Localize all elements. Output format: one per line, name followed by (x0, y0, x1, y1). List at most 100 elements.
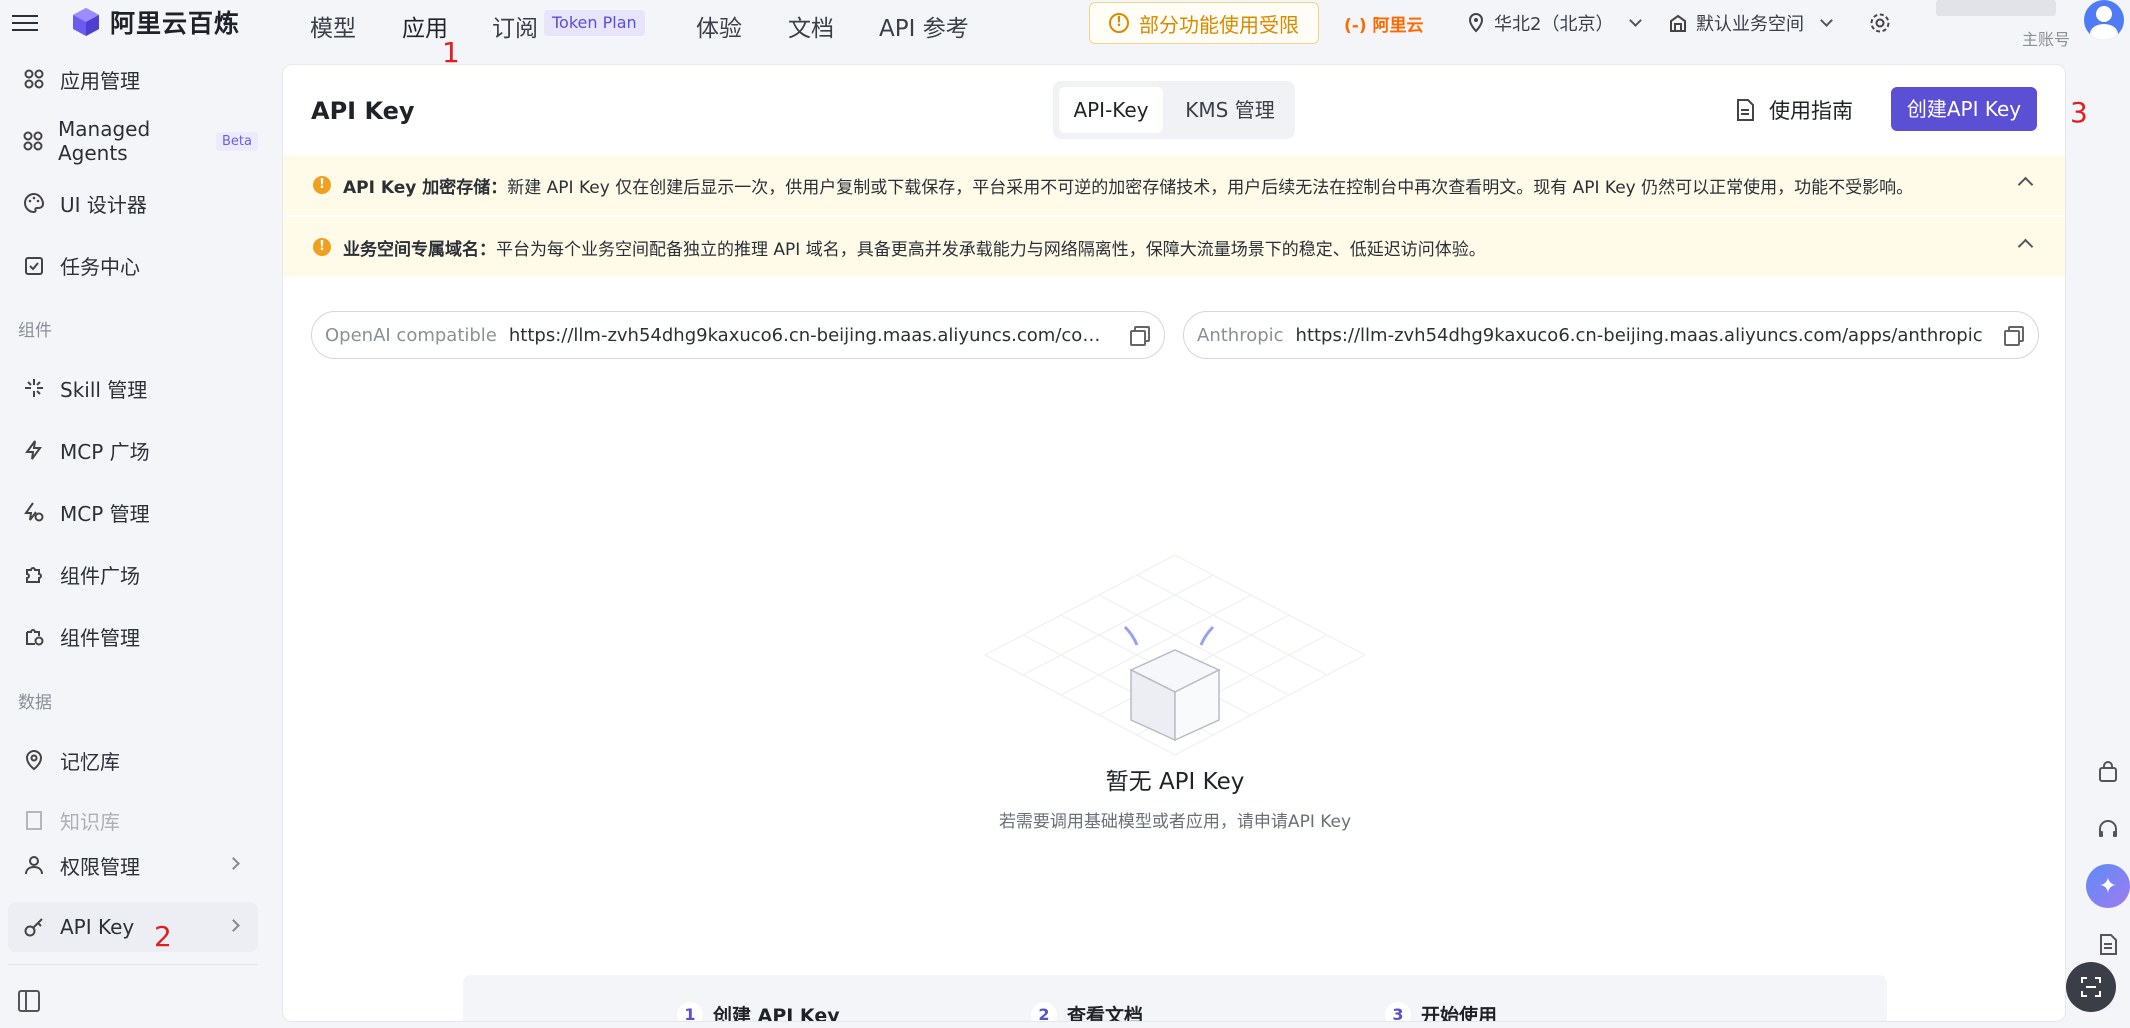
chevron-right-icon (227, 919, 240, 932)
usage-guide-link[interactable]: 使用指南 (1735, 95, 1853, 125)
key-icon (22, 915, 46, 939)
logo[interactable]: 阿里云百炼 (70, 4, 240, 40)
chevron-up-icon[interactable] (2017, 238, 2034, 255)
ai-assistant-icon[interactable]: ✦ (2086, 864, 2130, 908)
sidebar-item-skill-management[interactable]: Skill 管理 (8, 363, 258, 413)
notice-encrypted-storage: ! API Key 加密存储： 新建 API Key 仅在创建后显示一次，供用户… (283, 155, 2065, 215)
settings-gear-icon[interactable] (1868, 11, 1892, 35)
lightning-icon (22, 438, 46, 462)
step-create: 1 创建 API Key (677, 1001, 840, 1022)
sidebar-item-label: MCP 管理 (60, 501, 150, 526)
collapse-sidebar-icon[interactable] (18, 990, 40, 1012)
limited-features-label: 部分功能使用受限 (1139, 12, 1299, 37)
step-label: 开始使用 (1421, 1005, 1498, 1022)
step-label: 查看文档 (1067, 1005, 1144, 1022)
token-plan-badge[interactable]: Token Plan (544, 10, 645, 36)
task-check-icon (22, 253, 46, 277)
step-label: 创建 API Key (713, 1005, 840, 1022)
sidebar-item-label: Managed Agents (58, 117, 151, 165)
account-name-redacted (1936, 0, 2056, 16)
logo-text: 阿里云百炼 (110, 9, 241, 38)
divider (8, 964, 258, 965)
endpoint-label: OpenAI compatible (325, 324, 497, 346)
sidebar-item-api-key[interactable]: API Key (8, 902, 258, 952)
headset-icon[interactable] (2094, 815, 2122, 843)
sidebar-item-label: 组件广场 (60, 563, 140, 588)
document-icon[interactable] (2094, 930, 2122, 958)
endpoint-url: https://llm-zvh54dhg9kaxuco6.cn-beijing.… (1295, 324, 1983, 346)
sidebar-item-knowledge-base[interactable]: 知识库 (8, 806, 258, 834)
notice-dedicated-domain: ! 业务空间专属域名： 平台为每个业务空间配备独立的推理 API 域名，具备更高… (283, 217, 2065, 277)
nav-api-reference[interactable]: API 参考 (879, 9, 969, 43)
notice-text: 平台为每个业务空间配备独立的推理 API 域名，具备更高并发承载能力与网络隔离性… (496, 239, 1486, 260)
tab-kms-management[interactable]: KMS 管理 (1171, 87, 1289, 133)
copy-icon[interactable] (2004, 326, 2024, 346)
step-number: 2 (1031, 1001, 1057, 1021)
annotation-3: 3 (2070, 96, 2088, 129)
sidebar-item-managed-agents[interactable]: Managed Agents Beta (8, 116, 258, 166)
scan-icon[interactable] (2066, 962, 2116, 1012)
annotation-2: 2 (154, 920, 172, 953)
grid-icon (22, 129, 44, 153)
tab-api-key[interactable]: API-Key (1059, 87, 1163, 133)
step-docs: 2 查看文档 (1031, 1001, 1144, 1022)
tab-switcher: API-Key KMS 管理 (1053, 81, 1295, 139)
workspace-selector[interactable]: 默认业务空间 (1668, 10, 1833, 36)
sidebar-item-component-management[interactable]: 组件管理 (8, 611, 258, 661)
sidebar-item-ui-designer[interactable]: UI 设计器 (8, 178, 258, 228)
user-icon (22, 853, 46, 877)
notice-title: 业务空间专属域名： (343, 239, 496, 260)
location-pin-icon (1468, 12, 1484, 33)
sidebar-item-task-center[interactable]: 任务中心 (8, 240, 258, 290)
sidebar-item-label: API Key (60, 915, 135, 939)
empty-state-title: 暂无 API Key (1105, 769, 1245, 795)
notice-text: 新建 API Key 仅在创建后显示一次，供用户复制或下载保存，平台采用不可逆的… (507, 177, 1914, 198)
lightning-gear-icon (22, 500, 46, 524)
sidebar-item-label: UI 设计器 (60, 192, 147, 217)
sidebar-item-label: Skill 管理 (60, 377, 148, 402)
sidebar-item-memory[interactable]: 记忆库 (8, 735, 258, 785)
region-label: 华北2（北京） (1494, 14, 1614, 35)
warning-icon: ! (313, 238, 331, 256)
endpoint-openai: OpenAI compatible https://llm-zvh54dhg9k… (311, 311, 1165, 359)
sidebar-item-mcp-square[interactable]: MCP 广场 (8, 425, 258, 475)
nav-docs[interactable]: 文档 (788, 9, 834, 43)
sidebar-item-component-square[interactable]: 组件广场 (8, 549, 258, 599)
chevron-down-icon (1629, 14, 1643, 27)
create-api-key-button[interactable]: 创建API Key (1891, 87, 2037, 131)
empty-state-subtitle: 若需要调用基础模型或者应用，请申请API Key (998, 812, 1352, 832)
document-icon (1737, 99, 1754, 121)
copy-icon[interactable] (1130, 326, 1150, 346)
sidebar-item-permission-management[interactable]: 权限管理 (8, 840, 258, 890)
account-type-label: 主账号 (2022, 30, 2071, 49)
section-data: 数据 (18, 693, 52, 713)
sidebar-item-label: 应用管理 (60, 68, 140, 93)
sidebar-item-label: 权限管理 (60, 854, 140, 879)
step-start: 3 开始使用 (1385, 1001, 1498, 1022)
endpoint-anthropic: Anthropic https://llm-zvh54dhg9kaxuco6.c… (1183, 311, 2039, 359)
main-panel: API Key API-Key KMS 管理 使用指南 创建API Key ! … (282, 64, 2066, 1022)
menu-icon[interactable] (12, 10, 38, 36)
sidebar-item-mcp-management[interactable]: MCP 管理 (8, 487, 258, 537)
usage-guide-label: 使用指南 (1769, 99, 1853, 123)
bag-icon[interactable] (2094, 758, 2122, 786)
nav-subscription[interactable]: 订阅 (492, 9, 538, 43)
sidebar-item-label: 知识库 (60, 809, 120, 834)
nav-models[interactable]: 模型 (310, 9, 356, 43)
skill-icon (22, 376, 46, 400)
endpoint-label: Anthropic (1197, 324, 1284, 346)
avatar[interactable] (2084, 0, 2124, 40)
aliyun-logo[interactable]: (-) 阿里云 (1344, 11, 1424, 36)
sidebar-item-label: MCP 广场 (60, 439, 150, 464)
step-number: 3 (1385, 1001, 1411, 1021)
limited-features-button[interactable]: ! 部分功能使用受限 (1089, 2, 1319, 44)
page-title: API Key (311, 97, 415, 125)
step-number: 1 (677, 1001, 703, 1021)
chevron-up-icon[interactable] (2017, 176, 2034, 193)
sidebar-item-app-management[interactable]: 应用管理 (8, 54, 258, 104)
region-selector[interactable]: 华北2（北京） (1466, 10, 1643, 36)
grid-icon (22, 67, 46, 91)
endpoint-url: https://llm-zvh54dhg9kaxuco6.cn-beijing.… (508, 324, 1116, 346)
nav-experience[interactable]: 体验 (696, 9, 742, 43)
chevron-down-icon (1820, 14, 1833, 27)
